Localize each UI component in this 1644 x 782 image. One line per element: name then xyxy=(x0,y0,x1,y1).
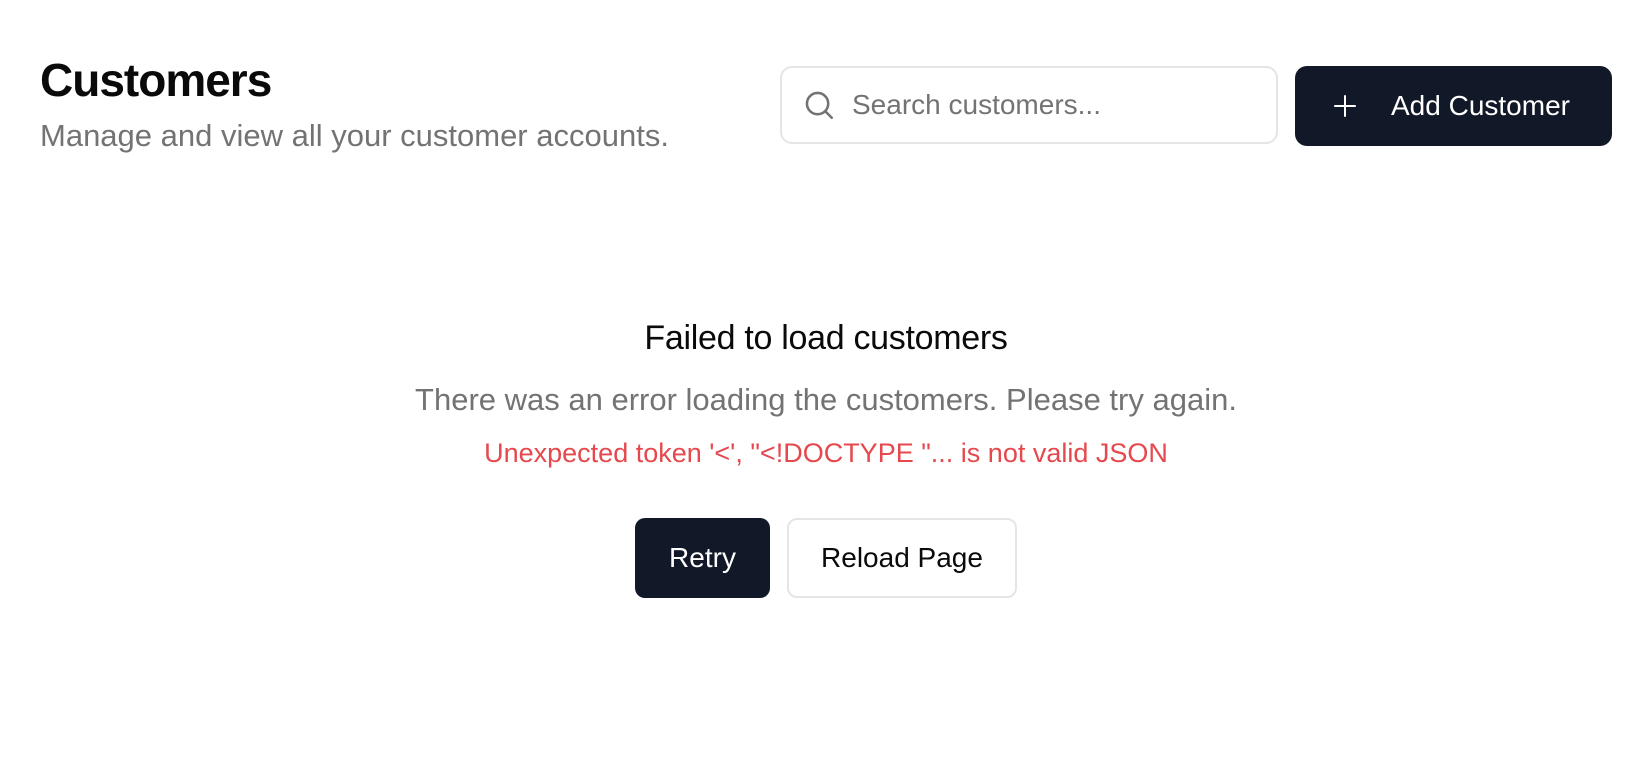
customers-page: Customers Manage and view all your custo… xyxy=(0,0,1644,782)
page-header: Customers Manage and view all your custo… xyxy=(40,50,669,156)
page-subtitle: Manage and view all your customer accoun… xyxy=(40,118,669,153)
add-customer-label: Add Customer xyxy=(1391,90,1570,121)
plus-icon xyxy=(1333,94,1357,118)
retry-button[interactable]: Retry xyxy=(635,518,770,598)
reload-page-button[interactable]: Reload Page xyxy=(787,518,1017,598)
error-title: Failed to load customers xyxy=(644,319,1008,357)
error-description: There was an error loading the customers… xyxy=(415,382,1237,417)
search-icon xyxy=(802,88,836,122)
page-title: Customers xyxy=(40,54,272,106)
error-detail: Unexpected token '<', "<!DOCTYPE "... is… xyxy=(484,438,1168,468)
search-input[interactable] xyxy=(846,68,1266,142)
error-actions: Retry Reload Page xyxy=(635,518,1017,598)
error-state: Failed to load customers There was an er… xyxy=(0,310,1644,470)
add-customer-button[interactable]: Add Customer xyxy=(1295,66,1612,146)
search-box[interactable] xyxy=(780,66,1278,144)
